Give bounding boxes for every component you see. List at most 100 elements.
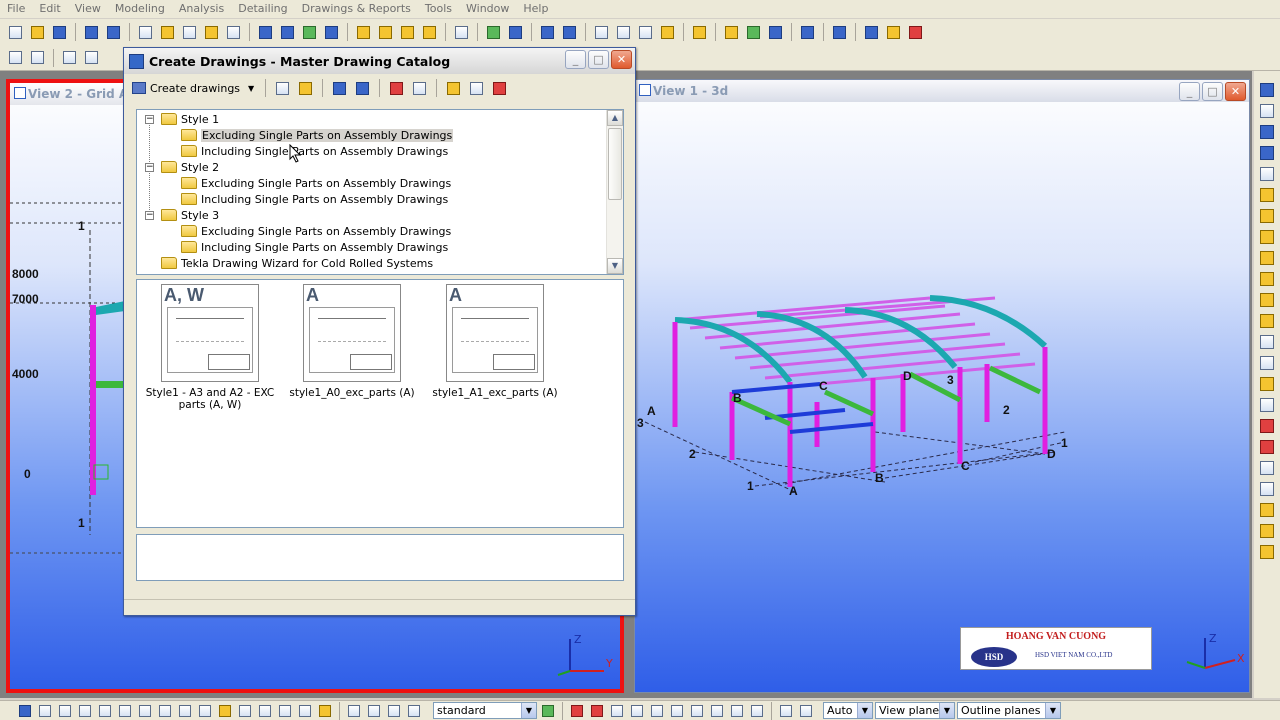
bolt-icon[interactable] (658, 23, 677, 41)
weld-icon[interactable] (690, 23, 709, 41)
plate-icon[interactable] (420, 23, 439, 41)
snap-intersection-icon[interactable] (688, 703, 706, 719)
grid-icon[interactable] (300, 23, 319, 41)
stair-icon[interactable] (1258, 438, 1277, 456)
select-assemblies-icon[interactable] (256, 703, 274, 719)
report-icon[interactable] (744, 23, 763, 41)
create-drawings-dropdown[interactable]: Create drawings ▼ (128, 78, 258, 98)
arrow-right-icon[interactable] (1258, 144, 1277, 162)
menu-analysis[interactable]: Analysis (172, 1, 231, 17)
binoculars-icon[interactable] (1258, 102, 1277, 120)
tree-node-style1-including[interactable]: Including Single Parts on Assembly Drawi… (181, 143, 448, 159)
assembly-icon[interactable] (376, 23, 395, 41)
column-profile-icon[interactable] (1258, 207, 1277, 225)
open-folder-icon[interactable] (158, 23, 177, 41)
component-icon[interactable] (354, 23, 373, 41)
tree-node-style1-excluding[interactable]: Excluding Single Parts on Assembly Drawi… (181, 127, 454, 143)
numbering-icon[interactable] (506, 23, 525, 41)
work-area-icon[interactable] (322, 23, 341, 41)
select-parts-icon[interactable] (28, 49, 47, 67)
search-icon[interactable] (273, 79, 292, 97)
new-icon[interactable] (6, 23, 25, 41)
filter-settings-icon[interactable] (539, 703, 557, 719)
select-assembly-icon[interactable] (345, 703, 363, 719)
select-cuts-icon[interactable] (116, 703, 134, 719)
web-icon[interactable] (830, 23, 849, 41)
select-rebar-icon[interactable] (316, 703, 334, 719)
new-item-icon[interactable] (444, 79, 463, 97)
menu-window[interactable]: Window (459, 1, 516, 17)
view1-close-button[interactable]: ✕ (1225, 82, 1246, 101)
paste-icon[interactable] (224, 23, 243, 41)
menu-detailing[interactable]: Detailing (231, 1, 294, 17)
print-icon[interactable] (180, 23, 199, 41)
select-points-icon[interactable] (36, 703, 54, 719)
organizer-icon[interactable] (884, 23, 903, 41)
export-icon[interactable] (798, 23, 817, 41)
properties-icon[interactable] (467, 79, 486, 97)
snap-free-icon[interactable] (777, 703, 795, 719)
snap-extension-icon[interactable] (797, 703, 815, 719)
select-bolts-icon[interactable] (156, 703, 174, 719)
curved-beam-icon[interactable] (1258, 312, 1277, 330)
thumbnail-item[interactable]: A style1_A1_exc_parts (A) (430, 284, 560, 399)
tree-node-style2-excluding[interactable]: Excluding Single Parts on Assembly Drawi… (181, 175, 451, 191)
selection-filter-select[interactable]: standard ▼ (433, 702, 537, 719)
drawing-list-icon[interactable] (722, 23, 741, 41)
plate-tool-icon[interactable] (1258, 249, 1277, 267)
select-component-icon[interactable] (385, 703, 403, 719)
line-icon[interactable] (60, 49, 79, 67)
polybeam-icon[interactable] (1258, 291, 1277, 309)
select-views-icon[interactable] (136, 703, 154, 719)
weld-tool-icon[interactable] (1258, 543, 1277, 561)
view1-maximize-button[interactable]: □ (1202, 82, 1223, 101)
dropdown-arrow-icon[interactable]: ▼ (857, 703, 872, 718)
select-all-icon[interactable] (6, 49, 25, 67)
macro-icon[interactable] (862, 23, 881, 41)
arch-icon[interactable] (1258, 354, 1277, 372)
i-beam-icon[interactable] (1258, 228, 1277, 246)
measure-icon[interactable] (614, 23, 633, 41)
menu-view[interactable]: View (68, 1, 108, 17)
view-window-icon[interactable] (256, 23, 275, 41)
frame-icon[interactable] (1258, 396, 1277, 414)
tree-node-style2-including[interactable]: Including Single Parts on Assembly Drawi… (181, 191, 448, 207)
measure-angle-icon[interactable] (636, 23, 655, 41)
snap-line-icon[interactable] (728, 703, 746, 719)
snap-perpendicular-icon[interactable] (708, 703, 726, 719)
menu-file[interactable]: File (0, 1, 32, 17)
bracing-icon[interactable] (1258, 501, 1277, 519)
tree-node-style2[interactable]: − Style 2 (145, 159, 219, 175)
scroll-thumb[interactable] (608, 128, 622, 200)
arrow-left-icon[interactable] (1258, 123, 1277, 141)
snap-nearest-icon[interactable] (748, 703, 766, 719)
refresh-icon[interactable] (410, 79, 429, 97)
select-gridlines-icon[interactable] (196, 703, 214, 719)
clash-check-icon[interactable] (484, 23, 503, 41)
snap-geometry-icon[interactable] (588, 703, 606, 719)
view1-titlebar[interactable]: View 1 - 3d _ □ ✕ (635, 80, 1249, 102)
snap-reference-icon[interactable] (568, 703, 586, 719)
inquire-icon[interactable] (560, 23, 579, 41)
connection-icon[interactable] (1258, 417, 1277, 435)
view1-window[interactable]: View 1 - 3d _ □ ✕ A 3 2 1 B C D 3 2 1 A … (634, 79, 1250, 693)
snap-end-icon[interactable] (628, 703, 646, 719)
view-plane-select[interactable]: View plane ▼ (875, 702, 955, 719)
tree-node-wizard[interactable]: Tekla Drawing Wizard for Cold Rolled Sys… (161, 255, 433, 271)
dropdown-arrow-icon[interactable]: ▼ (1045, 703, 1060, 718)
save-icon[interactable] (50, 23, 69, 41)
dimension-icon[interactable] (592, 23, 611, 41)
tree-node-style3[interactable]: − Style 3 (145, 207, 219, 223)
dropdown-arrow-icon[interactable]: ▼ (521, 703, 536, 718)
number-9-icon[interactable] (1258, 165, 1277, 183)
outline-planes-select[interactable]: Outline planes ▼ (957, 702, 1061, 719)
menu-drawings-reports[interactable]: Drawings & Reports (295, 1, 418, 17)
cut-tool-icon[interactable] (1258, 375, 1277, 393)
tree-node-style3-including[interactable]: Including Single Parts on Assembly Drawi… (181, 239, 448, 255)
select-surfaces-icon[interactable] (76, 703, 94, 719)
folder-view-icon[interactable] (296, 79, 315, 97)
detail-icon[interactable] (1258, 522, 1277, 540)
dialog-close-button[interactable]: ✕ (611, 50, 632, 69)
list-view-icon[interactable] (330, 79, 349, 97)
menu-tools[interactable]: Tools (418, 1, 459, 17)
